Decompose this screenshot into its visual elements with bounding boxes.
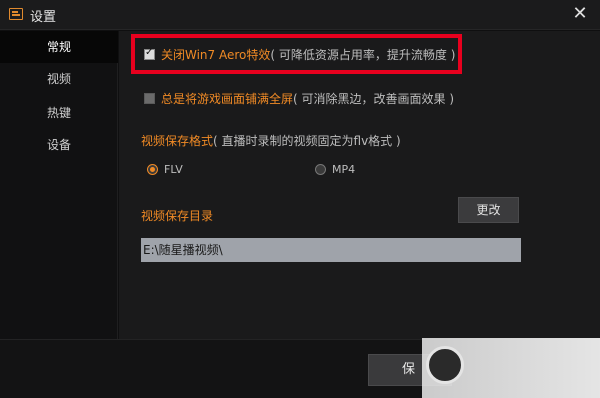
video-format-title: 视频保存格式( 直播时录制的视频固定为flv格式 )	[141, 132, 401, 149]
sidebar-item-general[interactable]: 常规	[0, 31, 118, 63]
fullscreen-option-row: 总是将游戏画面铺满全屏 ( 可消除黑边，改善画面效果 )	[144, 90, 454, 107]
watermark-overlay	[422, 338, 600, 398]
aero-option-label[interactable]: 关闭Win7 Aero特效	[161, 46, 270, 63]
window-title: 设置	[30, 10, 57, 25]
sidebar-item-video[interactable]: 视频	[0, 63, 118, 95]
close-button[interactable]: ✕	[560, 0, 600, 30]
fullscreen-checkbox[interactable]	[144, 93, 155, 104]
aero-option-note: ( 可降低资源占用率，提升流畅度 )	[270, 48, 456, 62]
mp4-radio[interactable]	[315, 164, 326, 175]
aero-option-row: 关闭Win7 Aero特效 ( 可降低资源占用率，提升流畅度 )	[144, 46, 455, 63]
mp4-radio-label[interactable]: MP4	[332, 163, 355, 176]
fullscreen-option-label[interactable]: 总是将游戏画面铺满全屏	[161, 90, 293, 107]
save-dir-title: 视频保存目录	[141, 209, 214, 223]
radio-mp4-row: MP4	[315, 163, 355, 176]
flv-radio-label[interactable]: FLV	[164, 163, 183, 176]
aero-checkbox[interactable]	[144, 47, 155, 60]
sidebar-item-devices[interactable]: 设备	[0, 129, 118, 161]
sidebar-item-hotkeys[interactable]: 热键	[0, 97, 118, 129]
radio-flv-row: FLV	[147, 163, 183, 176]
change-dir-button[interactable]: 更改	[458, 197, 519, 223]
sidebar: 常规 视频 热键 设备	[0, 31, 118, 339]
video-format-title-text: 视频保存格式	[141, 134, 214, 148]
fullscreen-option-note: ( 可消除黑边，改善画面效果 )	[293, 92, 455, 106]
watermark-logo-icon	[426, 346, 464, 384]
settings-window-icon	[9, 8, 23, 20]
video-format-note: ( 直播时录制的视频固定为flv格式 )	[213, 134, 401, 148]
save-path-field[interactable]: E:\随星播视频\	[141, 238, 521, 262]
settings-content-panel	[119, 31, 600, 339]
flv-radio[interactable]	[147, 164, 158, 175]
title-bar: 设置 ✕	[0, 0, 600, 30]
